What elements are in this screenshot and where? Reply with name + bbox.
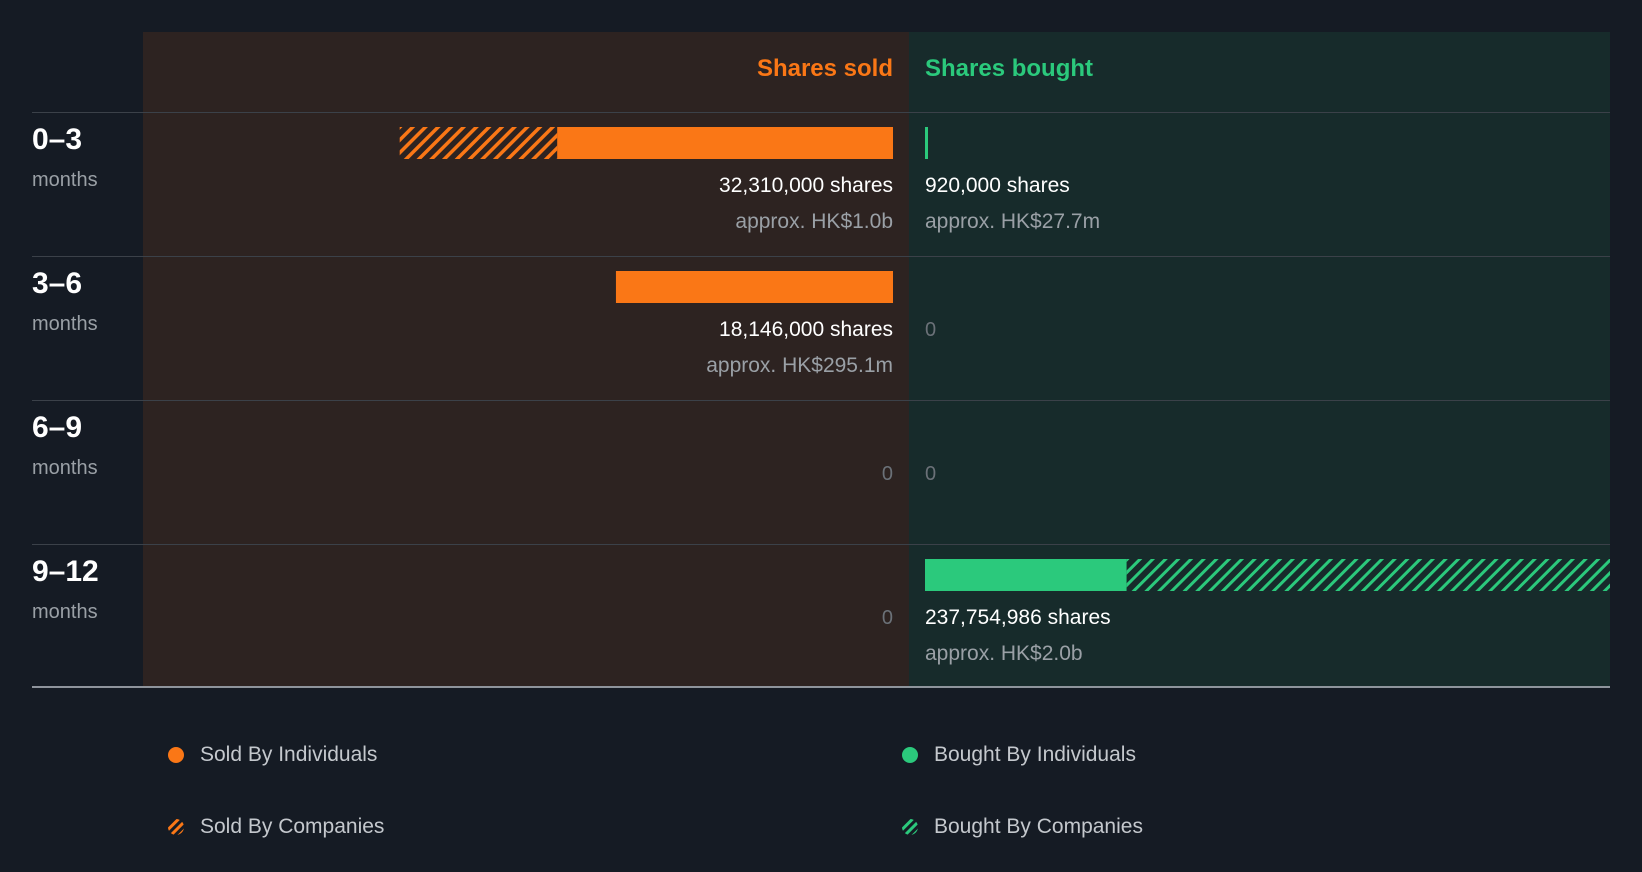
bought-shares-label: 920,000 shares — [925, 174, 1070, 197]
sold-zero-label: 0 — [881, 463, 893, 485]
hatched-green-dot-icon — [902, 819, 918, 835]
hatched-orange-dot-icon — [168, 819, 184, 835]
bought-by-individuals-bar[interactable] — [925, 559, 1127, 591]
period-row-3-6: 3–6 months 18,146,000 shares approx. HK$… — [0, 256, 1642, 400]
period-row-6-9: 6–9 months 0 0 — [0, 400, 1642, 544]
sold-by-individuals-bar[interactable] — [615, 271, 893, 303]
period-unit-label: months — [32, 457, 98, 479]
sold-value-label: approx. HK$295.1m — [706, 354, 893, 377]
legend-label: Bought By Individuals — [934, 743, 1136, 766]
shares-bought-header: Shares bought — [925, 55, 1094, 82]
bought-value-label: approx. HK$27.7m — [925, 210, 1101, 233]
bought-shares-label: 237,754,986 shares — [925, 606, 1111, 629]
period-row-9-12: 9–12 months 0 237,754,986 shares approx.… — [0, 544, 1642, 688]
solid-green-dot-icon — [902, 747, 918, 763]
sold-value-label: approx. HK$1.0b — [735, 210, 893, 233]
period-unit-label: months — [32, 313, 98, 335]
sold-zero-label: 0 — [881, 607, 893, 629]
period-unit-label: months — [32, 601, 98, 623]
legend-label: Sold By Companies — [200, 815, 385, 838]
period-label: 3–6 — [32, 267, 83, 300]
period-unit-label: months — [32, 169, 98, 191]
period-label: 6–9 — [32, 411, 83, 444]
shares-sold-header: Shares sold — [756, 55, 893, 82]
bought-by-individuals-bar[interactable] — [925, 127, 928, 159]
solid-orange-dot-icon — [168, 747, 184, 763]
legend-sold-companies[interactable]: Sold By Companies — [168, 813, 384, 841]
period-label: 9–12 — [32, 555, 99, 588]
bought-by-companies-bar[interactable] — [1126, 559, 1610, 591]
period-label: 0–3 — [32, 123, 83, 156]
bought-zero-label: 0 — [925, 463, 937, 485]
sold-by-individuals-bar[interactable] — [557, 127, 893, 159]
legend-bought-individuals[interactable]: Bought By Individuals — [902, 741, 1136, 769]
sold-shares-label: 18,146,000 shares — [719, 318, 893, 341]
sold-by-companies-bar[interactable] — [399, 127, 558, 159]
sold-shares-label: 32,310,000 shares — [719, 174, 893, 197]
bought-zero-label: 0 — [925, 319, 937, 341]
period-row-0-3: 0–3 months 32,310,000 shares approx. HK$… — [0, 112, 1642, 256]
legend-label: Bought By Companies — [934, 815, 1143, 838]
bought-bar-group[interactable] — [909, 559, 1610, 591]
sold-bar-group[interactable] — [143, 271, 909, 303]
bought-value-label: approx. HK$2.0b — [925, 642, 1083, 665]
bought-bar-group[interactable] — [909, 127, 1610, 159]
sold-bar-group[interactable] — [143, 127, 909, 159]
legend-label: Sold By Individuals — [200, 743, 378, 766]
legend-bought-companies[interactable]: Bought By Companies — [902, 813, 1143, 841]
legend-sold-individuals[interactable]: Sold By Individuals — [168, 741, 377, 769]
